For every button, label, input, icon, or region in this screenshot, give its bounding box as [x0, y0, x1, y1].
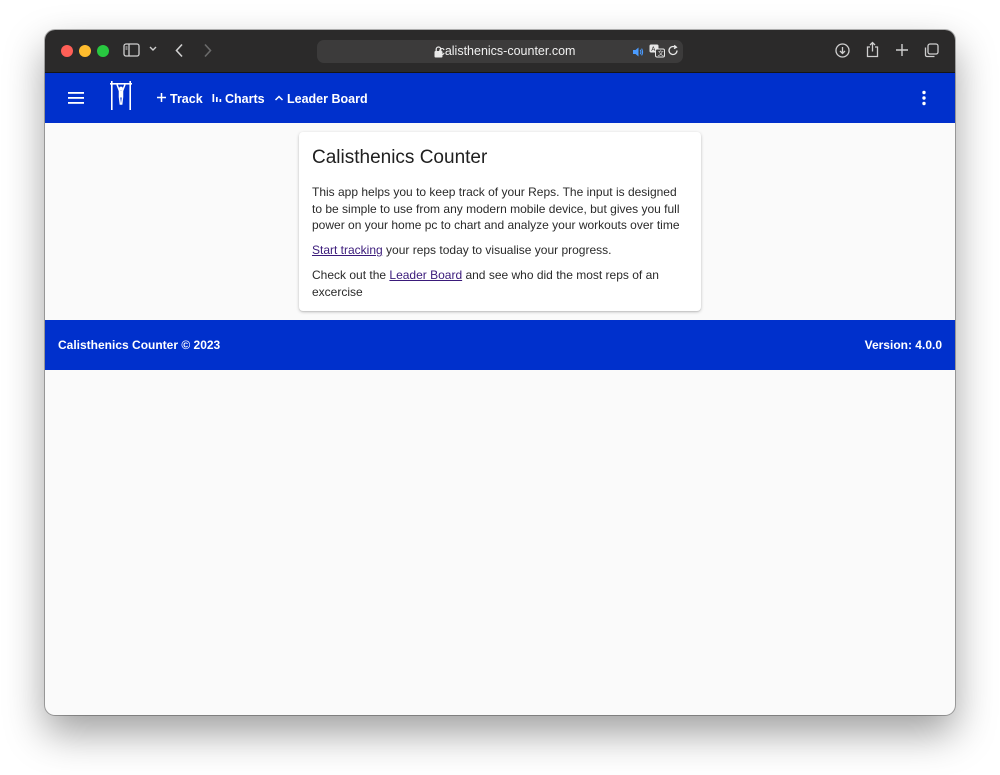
- zoom-window-button[interactable]: [97, 45, 109, 57]
- nav-track-label: Track: [170, 92, 203, 106]
- chevron-down-icon[interactable]: [149, 46, 157, 52]
- footer-version: Version: 4.0.0: [864, 338, 942, 352]
- nav-leaderboard-label: Leader Board: [287, 92, 368, 106]
- svg-text:文: 文: [658, 50, 664, 58]
- back-icon[interactable]: [175, 43, 184, 58]
- new-tab-icon[interactable]: [895, 43, 909, 57]
- address-bar[interactable]: calisthenics-counter.com A文: [317, 40, 683, 63]
- browser-toolbar: calisthenics-counter.com A文: [45, 30, 955, 73]
- chevron-up-icon: [274, 92, 284, 106]
- minimize-window-button[interactable]: [79, 45, 91, 57]
- nav-leaderboard-link[interactable]: Leader Board: [274, 90, 368, 108]
- leaderboard-link[interactable]: Leader Board: [389, 268, 462, 282]
- card-title: Calisthenics Counter: [312, 147, 488, 168]
- welcome-card: Calisthenics Counter This app helps you …: [299, 132, 701, 311]
- start-tracking-paragraph: Start tracking your reps today to visual…: [312, 242, 688, 259]
- nav-track-link[interactable]: Track: [156, 90, 203, 108]
- app-footer: Calisthenics Counter © 2023 Version: 4.0…: [45, 320, 955, 370]
- intro-text: This app helps you to keep track of your…: [312, 185, 680, 232]
- close-window-button[interactable]: [61, 45, 73, 57]
- reload-icon[interactable]: [667, 44, 679, 62]
- browser-window: calisthenics-counter.com A文 Track Charts…: [45, 30, 955, 715]
- start-tracking-link[interactable]: Start tracking: [312, 243, 383, 257]
- sidebar-toggle-icon[interactable]: [123, 43, 140, 57]
- nav-charts-label: Charts: [225, 92, 265, 106]
- footer-copyright: Calisthenics Counter © 2023: [58, 338, 221, 352]
- plus-icon: [156, 92, 167, 106]
- app-logo-icon[interactable]: [109, 80, 133, 117]
- downloads-icon[interactable]: [835, 43, 850, 58]
- start-tracking-rest: your reps today to visualise your progre…: [382, 243, 612, 257]
- leaderboard-prefix: Check out the: [312, 268, 390, 282]
- hamburger-menu-icon[interactable]: [67, 89, 85, 107]
- app-toolbar: Track Charts Leader Board: [45, 73, 955, 123]
- nav-charts-link[interactable]: Charts: [212, 90, 265, 108]
- leaderboard-paragraph: Check out the Leader Board and see who d…: [312, 267, 688, 300]
- address-url: calisthenics-counter.com: [438, 44, 576, 58]
- share-icon[interactable]: [866, 41, 879, 58]
- more-vert-icon[interactable]: [921, 90, 927, 106]
- tab-overview-icon[interactable]: [924, 43, 939, 58]
- speaker-icon[interactable]: [632, 45, 644, 63]
- forward-icon[interactable]: [203, 43, 212, 58]
- translate-icon[interactable]: A文: [649, 44, 665, 63]
- bar-chart-icon: [212, 92, 222, 106]
